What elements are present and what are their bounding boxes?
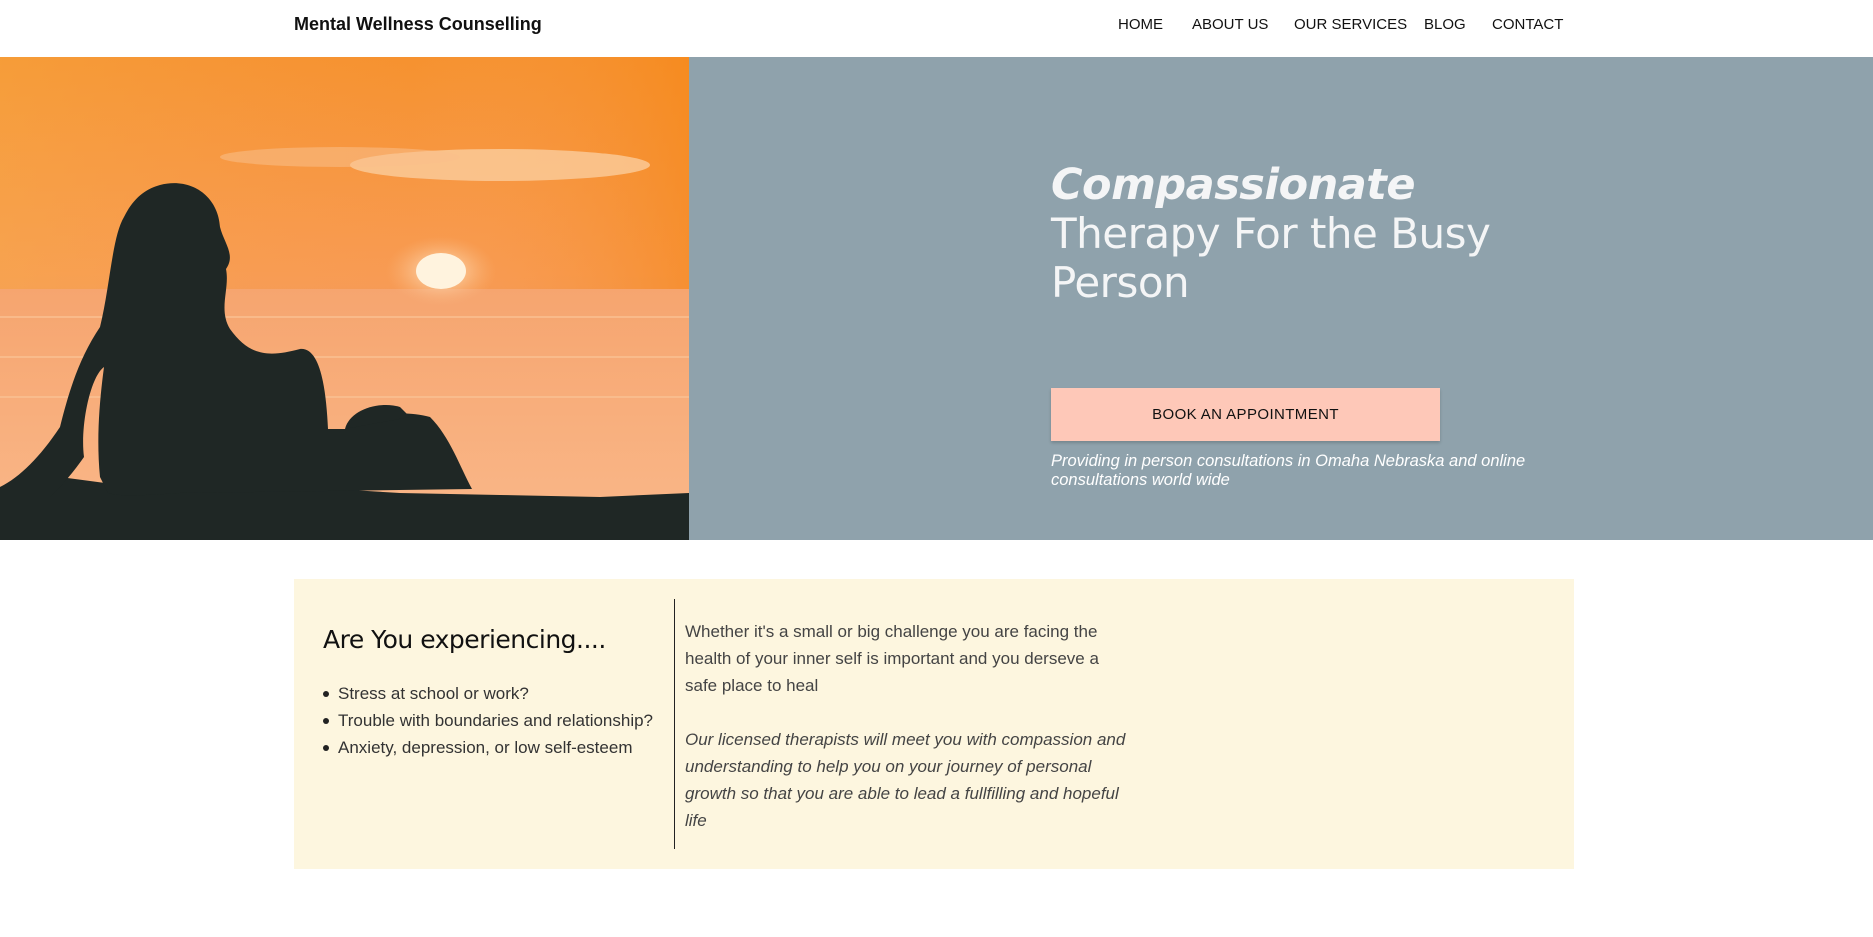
nav-services-link[interactable]: OUR SERVICES <box>1294 16 1407 33</box>
site-header: Mental Wellness Counselling HOME ABOUT U… <box>0 0 1873 56</box>
nav-home-link[interactable]: HOME <box>1118 16 1163 33</box>
bullet-icon <box>323 691 329 697</box>
hero-section: Compassionate Therapy For the Busy Perso… <box>0 57 1873 540</box>
hero-title: Therapy For the Busy Person <box>1051 209 1491 307</box>
bullet-icon <box>323 718 329 724</box>
bullet-icon <box>323 745 329 751</box>
main-nav: HOME ABOUT US OUR SERVICES BLOG CONTACT <box>0 16 1873 40</box>
experiencing-column: Are You experiencing.... Stress at schoo… <box>323 625 663 761</box>
list-item-text: Stress at school or work? <box>338 684 529 703</box>
vertical-divider <box>674 599 675 849</box>
hero-consultation-note: Providing in person consultations in Oma… <box>1051 452 1526 489</box>
list-item: Trouble with boundaries and relationship… <box>323 707 663 734</box>
description-column: Whether it's a small or big challenge yo… <box>685 618 1145 834</box>
experiencing-section: Are You experiencing.... Stress at schoo… <box>294 579 1574 869</box>
list-item: Stress at school or work? <box>323 680 663 707</box>
list-item: Anxiety, depression, or low self-esteem <box>323 734 663 761</box>
nav-blog-link[interactable]: BLOG <box>1424 16 1466 33</box>
symptom-list: Stress at school or work? Trouble with b… <box>323 680 663 761</box>
hero-content: Compassionate Therapy For the Busy Perso… <box>1051 160 1571 489</box>
book-appointment-button[interactable]: BOOK AN APPOINTMENT <box>1051 388 1440 441</box>
intro-paragraph: Whether it's a small or big challenge yo… <box>685 622 1099 695</box>
hero-title-emphasis: Compassionate <box>1051 160 1416 210</box>
list-item-text: Trouble with boundaries and relationship… <box>338 711 654 730</box>
nav-contact-link[interactable]: CONTACT <box>1492 16 1563 33</box>
list-item-text: Anxiety, depression, or low self-esteem <box>338 738 633 757</box>
experiencing-heading: Are You experiencing.... <box>323 625 606 654</box>
hero-sunset-image <box>0 57 689 540</box>
therapists-paragraph: Our licensed therapists will meet you wi… <box>685 730 1126 830</box>
sunset-silhouette-illustration <box>0 57 689 540</box>
nav-about-link[interactable]: ABOUT US <box>1192 16 1268 33</box>
